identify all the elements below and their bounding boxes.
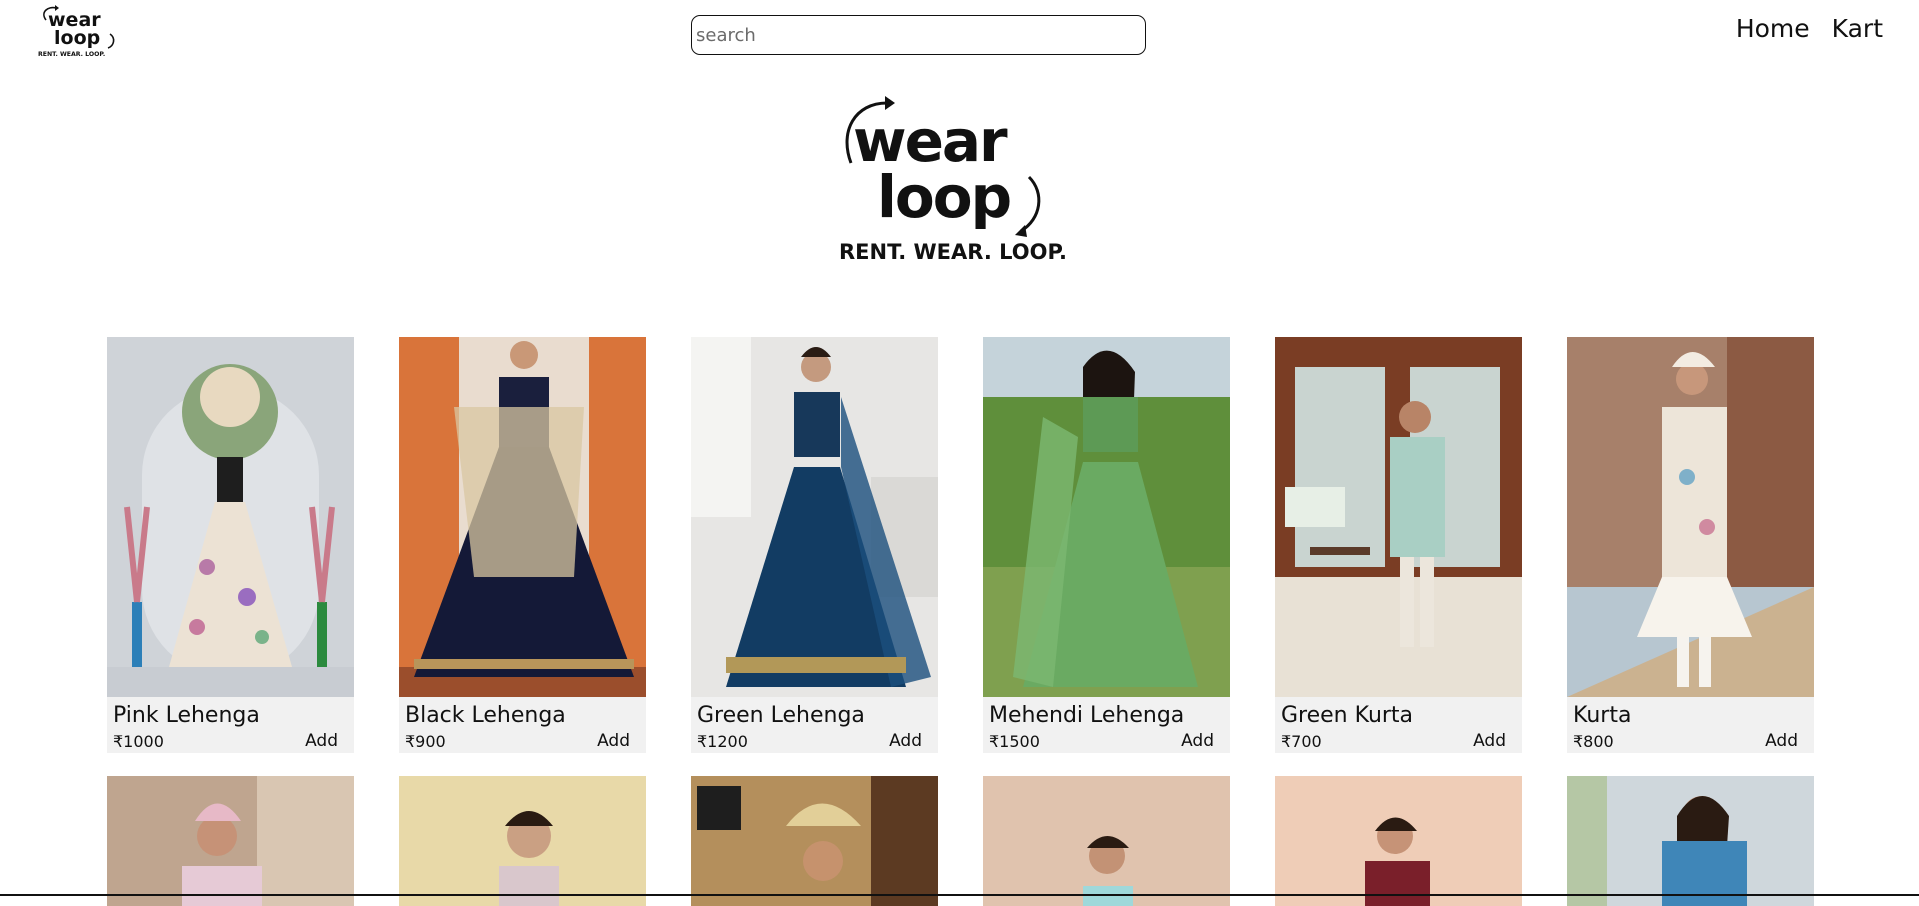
product-card[interactable]	[1275, 776, 1522, 906]
search-input[interactable]	[691, 15, 1146, 55]
add-to-kart-button[interactable]: Add	[597, 731, 630, 751]
product-card[interactable]	[983, 776, 1230, 906]
product-name: Kurta	[1573, 703, 1632, 728]
nav-kart-link[interactable]: Kart	[1832, 14, 1883, 43]
product-name: Green Kurta	[1281, 703, 1414, 728]
product-image	[691, 776, 938, 906]
product-image	[399, 337, 646, 697]
add-to-kart-button[interactable]: Add	[889, 731, 922, 751]
product-card[interactable]	[107, 776, 354, 906]
product-price: ₹900	[405, 731, 446, 751]
add-to-kart-button[interactable]: Add	[1181, 731, 1214, 751]
product-card[interactable]: Green Lehenga ₹1200 Add	[691, 337, 938, 753]
product-image	[1275, 337, 1522, 697]
product-image	[1275, 776, 1522, 906]
add-to-kart-button[interactable]: Add	[1473, 731, 1506, 751]
add-to-kart-button[interactable]: Add	[1765, 731, 1798, 751]
product-image	[107, 776, 354, 906]
product-name: Pink Lehenga	[113, 703, 260, 728]
product-price: ₹800	[1573, 731, 1614, 751]
nav-home-link[interactable]: Home	[1736, 14, 1810, 43]
product-price: ₹1200	[697, 731, 748, 751]
product-name: Green Lehenga	[697, 703, 865, 728]
product-card[interactable]	[399, 776, 646, 906]
product-image	[983, 776, 1230, 906]
product-card[interactable]: Kurta ₹800 Add	[1567, 337, 1814, 753]
product-image	[1567, 776, 1814, 906]
product-image	[1567, 337, 1814, 697]
hero-logo-word2: loop	[877, 163, 1010, 231]
product-image	[691, 337, 938, 697]
header-logo[interactable]: wear loop RENT. WEAR. LOOP.	[36, 4, 136, 60]
product-card[interactable]: Pink Lehenga ₹1000 Add	[107, 337, 354, 753]
wearloop-logo-small: wear loop RENT. WEAR. LOOP.	[38, 5, 115, 58]
product-name: Mehendi Lehenga	[989, 703, 1185, 728]
top-nav: Home Kart	[1736, 14, 1883, 43]
product-image	[107, 337, 354, 697]
add-to-kart-button[interactable]: Add	[305, 731, 338, 751]
logo-small-tagline: RENT. WEAR. LOOP.	[38, 51, 105, 58]
product-card[interactable]: Black Lehenga ₹900 Add	[399, 337, 646, 753]
hero-logo-tagline: RENT. WEAR. LOOP.	[839, 240, 1067, 264]
product-price: ₹1000	[113, 731, 164, 751]
product-card[interactable]: Green Kurta ₹700 Add	[1275, 337, 1522, 753]
logo-small-word2: loop	[54, 27, 100, 49]
product-image	[983, 337, 1230, 697]
product-grid: Pink Lehenga ₹1000 Add Black Lehenga ₹90…	[107, 337, 1814, 753]
product-image	[399, 776, 646, 906]
product-card[interactable]	[1567, 776, 1814, 906]
product-name: Black Lehenga	[405, 703, 566, 728]
product-card[interactable]	[691, 776, 938, 906]
hero-logo: wear loop RENT. WEAR. LOOP.	[835, 95, 1085, 265]
product-price: ₹1500	[989, 731, 1040, 751]
product-grid-row-2	[107, 776, 1814, 906]
wearloop-logo-large: wear loop RENT. WEAR. LOOP.	[839, 96, 1067, 264]
product-price: ₹700	[1281, 731, 1322, 751]
product-card[interactable]: Mehendi Lehenga ₹1500 Add	[983, 337, 1230, 753]
